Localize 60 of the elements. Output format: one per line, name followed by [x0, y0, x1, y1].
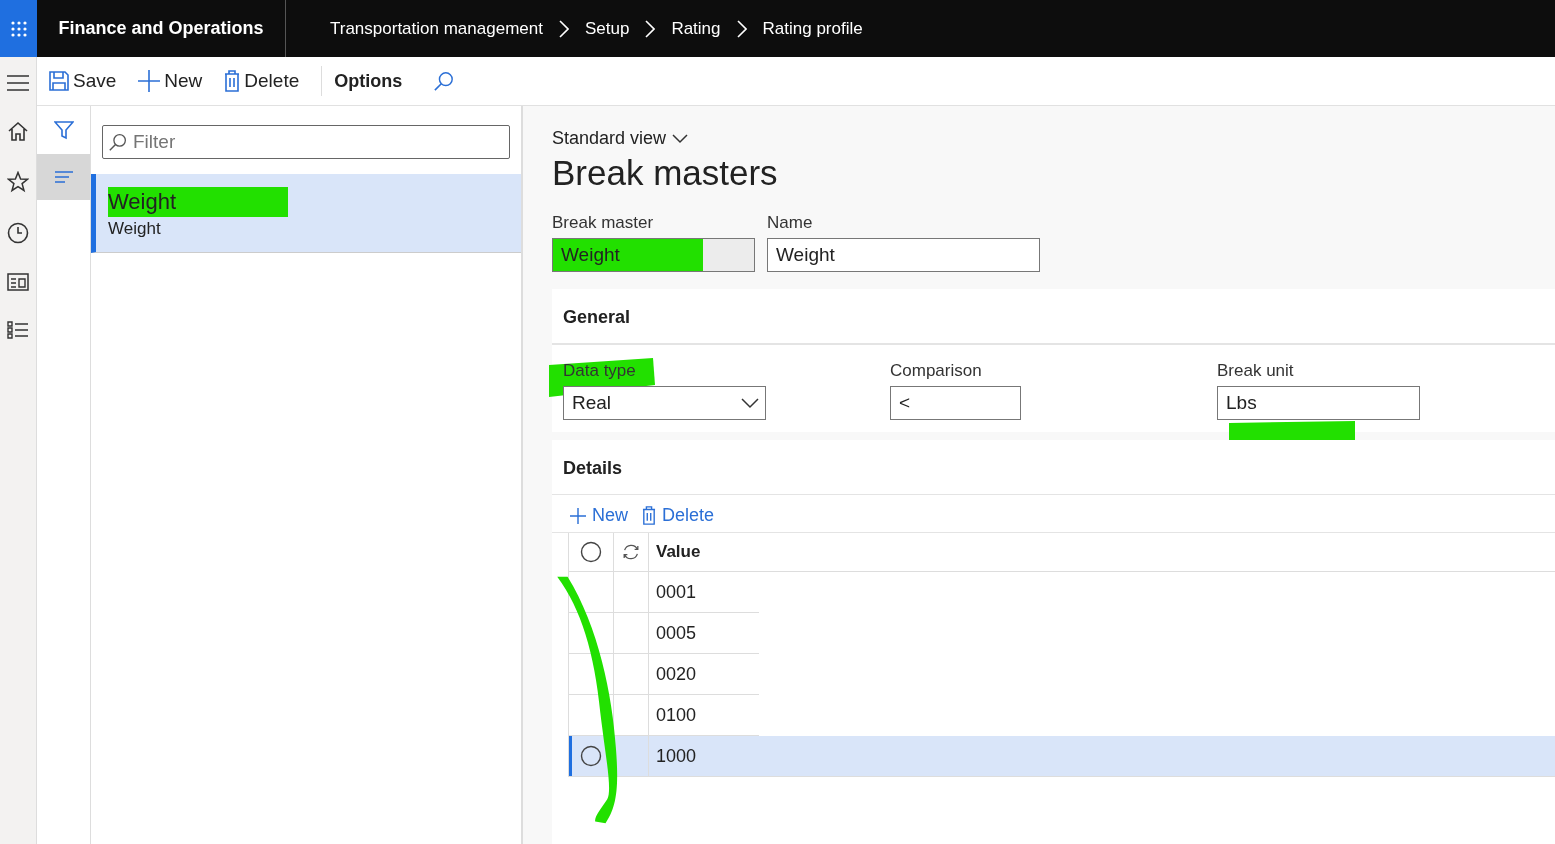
search-icon[interactable] [434, 71, 455, 91]
text-field[interactable]: Weight [767, 238, 1040, 272]
app-title[interactable]: Finance and Operations [58, 18, 264, 39]
plus-icon [138, 70, 161, 92]
filter-field[interactable]: Filter [102, 125, 510, 159]
item-subtitle: Weight [108, 219, 162, 239]
breadcrumb-link[interactable]: Transportation management [330, 18, 543, 39]
app-launcher-icon [9, 19, 28, 38]
field-label: Data type [563, 361, 636, 380]
action-button[interactable]: New [570, 505, 628, 526]
action-button[interactable]: Options [334, 70, 403, 92]
section-title[interactable]: Details [552, 440, 1555, 495]
text-field[interactable]: < [890, 386, 1021, 420]
action-button[interactable]: Save [49, 70, 117, 92]
item-title: Weight [108, 189, 177, 215]
star-icon[interactable] [7, 171, 29, 193]
action-button[interactable]: New [138, 70, 203, 92]
text-field[interactable]: Weight [552, 238, 755, 272]
action-button[interactable]: Delete [224, 70, 300, 92]
lines-icon [54, 171, 73, 183]
section-title[interactable]: General [552, 289, 1555, 345]
trash-icon [642, 506, 656, 525]
chevron-down-icon [741, 398, 759, 409]
save-icon [49, 71, 69, 91]
row-radio[interactable] [580, 745, 602, 767]
chevron-icon [736, 19, 747, 38]
select-all-radio[interactable] [580, 541, 602, 563]
text-field[interactable]: Lbs [1217, 386, 1420, 420]
table-cell: 0020 [656, 663, 697, 685]
chevron-down-icon [672, 133, 689, 144]
workspace-icon[interactable] [7, 273, 29, 291]
trash-icon [224, 70, 241, 92]
breadcrumb-link[interactable]: Rating profile [762, 18, 863, 39]
home-icon[interactable] [7, 120, 29, 142]
plus-icon [570, 507, 586, 524]
field-label: Name [767, 213, 814, 233]
chevron-icon [645, 19, 656, 38]
list-icon[interactable] [7, 320, 29, 340]
page-title: Break masters [552, 153, 779, 193]
breadcrumb-link[interactable]: Setup [584, 18, 630, 39]
field-label: Break master [552, 213, 655, 233]
table-row[interactable]: 1000 [569, 736, 1555, 777]
dropdown-field[interactable]: Real [563, 386, 766, 420]
list-item[interactable]: Weight Weight [91, 174, 521, 253]
table-cell: 0001 [656, 581, 697, 603]
breadcrumb-link[interactable]: Rating [671, 18, 721, 39]
chevron-icon [558, 19, 569, 38]
clock-icon[interactable] [7, 222, 29, 244]
search-icon [109, 133, 127, 151]
table-cell: 1000 [656, 745, 697, 767]
table-cell: 0100 [656, 704, 697, 726]
refresh-icon[interactable] [621, 542, 641, 562]
field-label: Comparison [890, 361, 982, 380]
column-header[interactable]: Value [649, 533, 701, 571]
menu-icon[interactable] [7, 75, 29, 91]
field-label: Break unit [1217, 361, 1294, 380]
table-cell: 0005 [656, 622, 697, 644]
filter-icon[interactable] [53, 120, 74, 140]
view-selector[interactable]: Standard view [552, 128, 689, 149]
action-button[interactable]: Delete [642, 505, 715, 526]
